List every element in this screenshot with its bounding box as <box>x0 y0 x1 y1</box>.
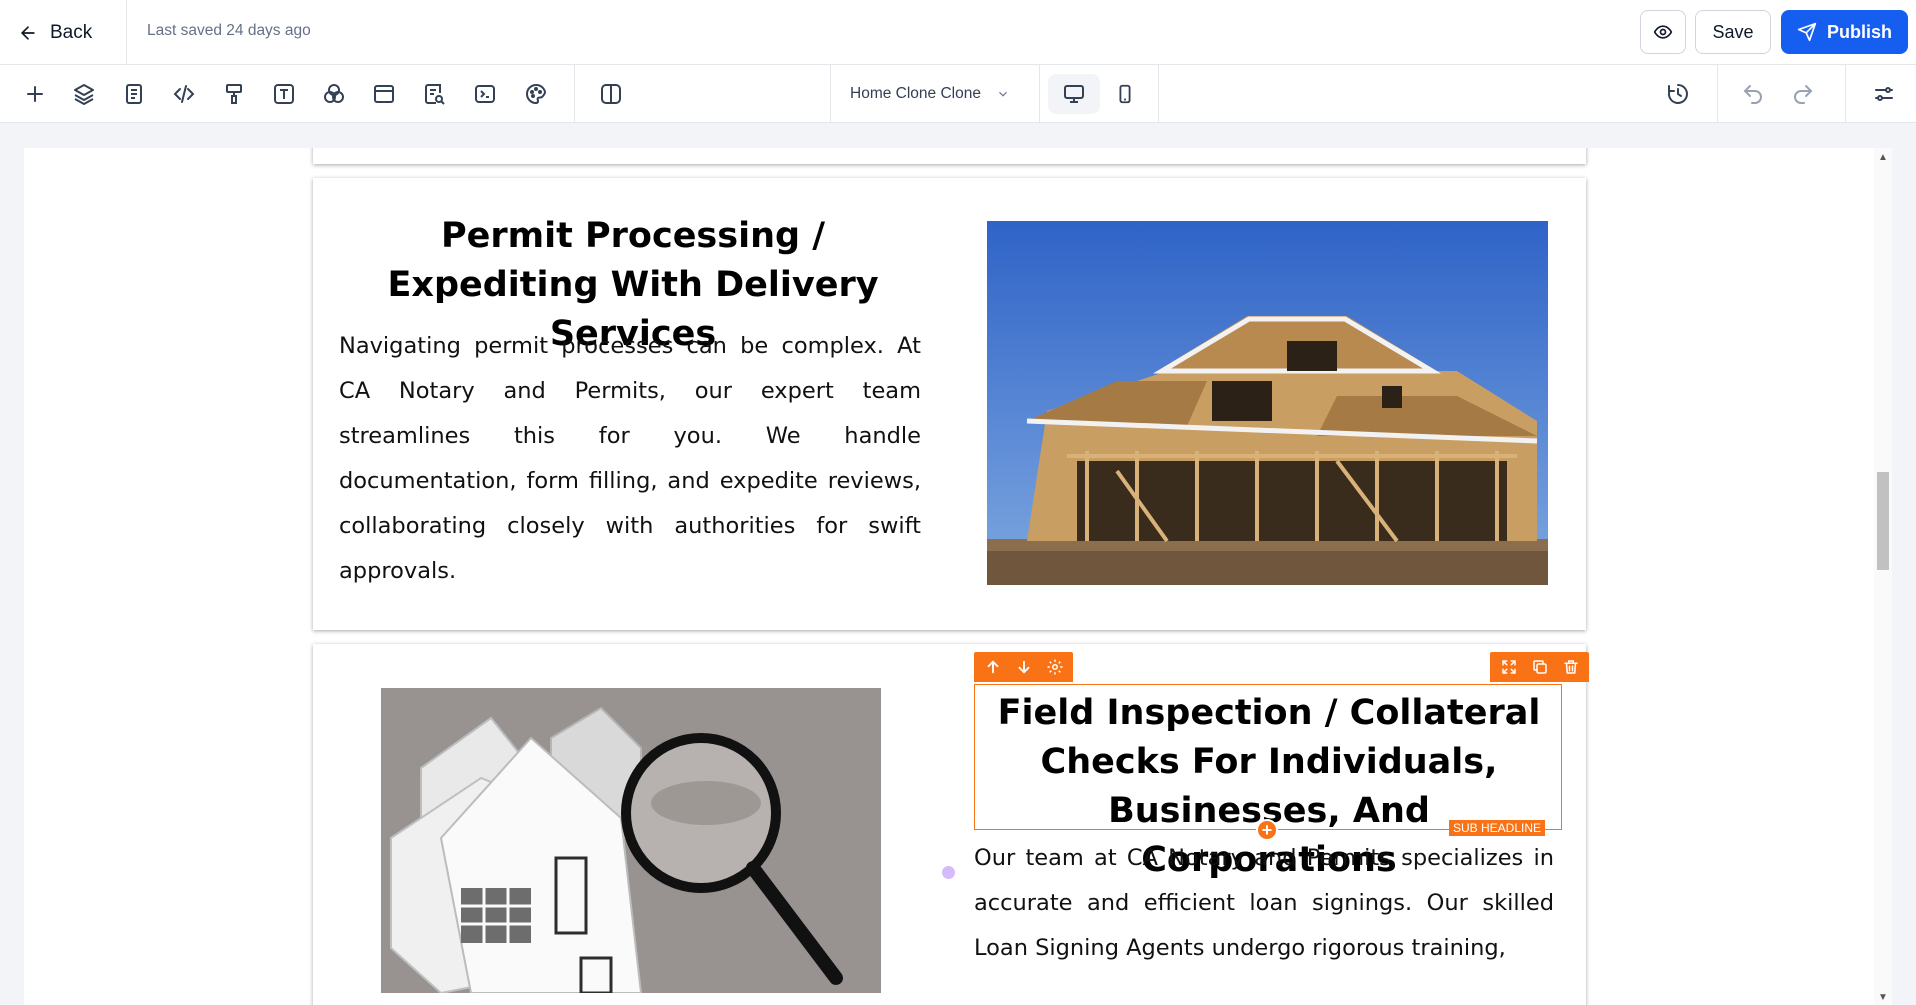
last-saved-status: Last saved 24 days ago <box>147 22 311 39</box>
history-button[interactable] <box>1661 77 1695 111</box>
search-doc-icon <box>425 84 445 105</box>
section-paragraph[interactable]: Our team at CA Notary and Permits specia… <box>974 836 1554 971</box>
layers-button[interactable] <box>67 77 101 111</box>
split-view-icon <box>601 84 621 104</box>
element-controls-left <box>974 652 1073 682</box>
shapes-icon <box>324 84 344 103</box>
scroll-down-arrow[interactable]: ▼ <box>1878 992 1888 1003</box>
page-selector[interactable]: Home Clone Clone <box>830 77 1030 111</box>
canvas-scrollbar[interactable]: ▲ ▼ <box>1874 148 1892 1005</box>
redo-icon <box>1794 85 1813 104</box>
arrow-left-icon <box>21 26 35 40</box>
gear-icon <box>1047 659 1062 675</box>
scroll-up-arrow[interactable]: ▲ <box>1878 152 1888 163</box>
drop-indicator <box>942 866 955 879</box>
send-icon <box>1797 22 1817 42</box>
previous-section[interactable] <box>313 148 1586 164</box>
back-label: Back <box>50 22 93 43</box>
element-controls-right <box>1490 652 1589 682</box>
delete-button[interactable] <box>1558 655 1583 679</box>
plus-icon <box>27 86 43 102</box>
desktop-view-button[interactable] <box>1048 74 1100 114</box>
save-button[interactable]: Save <box>1695 10 1771 54</box>
scroll-thumb[interactable] <box>1877 472 1889 570</box>
expand-button[interactable] <box>1496 655 1521 679</box>
sections-button[interactable] <box>367 77 401 111</box>
element-settings-button[interactable] <box>1042 655 1067 679</box>
preview-button[interactable] <box>1640 10 1686 54</box>
permit-section[interactable]: Permit Processing / Expediting With Deli… <box>313 178 1586 630</box>
trash-icon <box>1563 660 1578 674</box>
smartphone-icon <box>1119 84 1131 104</box>
code-button[interactable] <box>167 77 201 111</box>
back-button[interactable]: Back <box>18 20 92 46</box>
move-down-button[interactable] <box>1011 655 1036 679</box>
split-view-button[interactable] <box>594 77 628 111</box>
publish-label: Publish <box>1826 21 1892 42</box>
copy-icon <box>1532 660 1547 674</box>
divider <box>1158 65 1159 123</box>
divider <box>1039 65 1040 123</box>
publish-button[interactable]: Publish <box>1781 10 1908 54</box>
divider <box>1845 65 1846 123</box>
pages-button[interactable] <box>117 77 151 111</box>
editor-canvas: Permit Processing / Expediting With Deli… <box>24 148 1874 1005</box>
seo-button[interactable] <box>417 77 451 111</box>
custom-code-button[interactable] <box>468 77 502 111</box>
section-icon <box>374 85 394 103</box>
undo-icon <box>1743 85 1762 104</box>
section-paragraph[interactable]: Navigating permit processes can be compl… <box>339 324 921 594</box>
move-up-button[interactable] <box>980 655 1005 679</box>
code-icon <box>173 85 195 103</box>
chevron-down-icon <box>999 91 1007 97</box>
text-button[interactable] <box>267 77 301 111</box>
selected-subheadline-box[interactable]: Field Inspection / Collateral Checks For… <box>974 684 1562 880</box>
palette-icon <box>526 83 547 105</box>
add-element-button[interactable] <box>18 77 52 111</box>
theme-button[interactable] <box>519 77 553 111</box>
sliders-icon <box>1875 87 1893 101</box>
text-icon <box>274 84 294 104</box>
history-icon <box>1668 84 1688 104</box>
monitor-icon <box>1064 85 1084 103</box>
expand-icon <box>1501 660 1516 674</box>
paint-roller-icon <box>226 84 242 104</box>
layers-icon <box>74 84 94 105</box>
top-bar: Back Last saved 24 days ago Save Publish <box>0 0 1916 65</box>
arrow-down-icon <box>1018 660 1029 674</box>
field-inspection-section[interactable]: Field Inspection / Collateral Checks For… <box>313 644 1589 1005</box>
mobile-view-button[interactable] <box>1105 74 1145 114</box>
page-icon <box>126 84 142 104</box>
settings-button[interactable] <box>1867 77 1901 111</box>
divider <box>1717 65 1718 123</box>
terminal-icon <box>475 85 495 103</box>
divider <box>574 65 575 123</box>
divider <box>126 0 127 65</box>
paper-houses-image[interactable] <box>381 688 881 993</box>
eye-icon <box>1653 25 1673 39</box>
elements-button[interactable] <box>317 77 351 111</box>
house-construction-image[interactable] <box>987 221 1548 585</box>
duplicate-button[interactable] <box>1527 655 1552 679</box>
redo-button[interactable] <box>1786 77 1820 111</box>
page-selector-label: Home Clone Clone <box>850 85 981 102</box>
editor-toolbar: Home Clone Clone <box>0 65 1916 123</box>
arrow-up-icon <box>987 660 998 674</box>
undo-button[interactable] <box>1736 77 1770 111</box>
styles-button[interactable] <box>217 77 251 111</box>
element-type-badge: SUB HEADLINE <box>1449 820 1546 836</box>
